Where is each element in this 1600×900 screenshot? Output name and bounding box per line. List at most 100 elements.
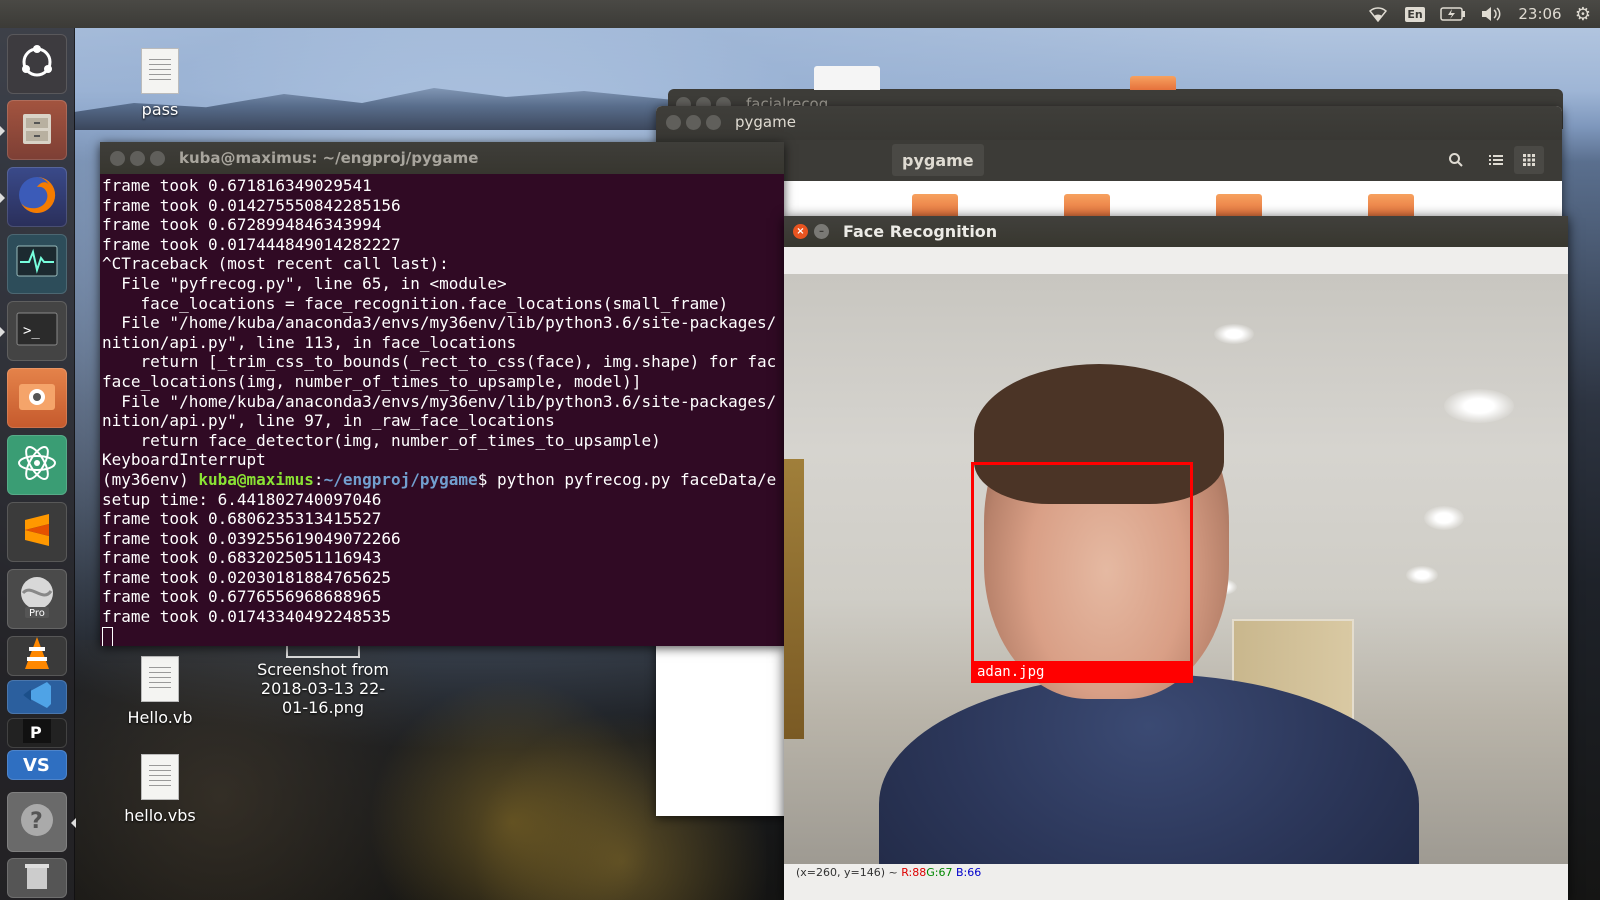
maximize-icon[interactable] — [150, 151, 165, 166]
terminal-line: frame took 0.671816349029541 — [102, 176, 372, 195]
folder-icon-on-desktop — [1130, 76, 1176, 90]
help-launcher[interactable]: ? — [7, 792, 76, 852]
minimize-icon[interactable] — [686, 115, 701, 130]
running-indicator — [0, 193, 5, 203]
wifi-icon[interactable] — [1366, 0, 1390, 28]
launcher: >_ Pro P VS ? — [0, 28, 76, 900]
pixel-green: G:67 — [926, 866, 953, 879]
terminal-line: face_locations = face_recognition.face_l… — [102, 293, 729, 313]
terminal-line: frame took 0.039255619049072266 — [102, 528, 401, 548]
desktop-icon-hello-vbs[interactable]: hello.vbs — [95, 754, 225, 825]
trash-launcher[interactable] — [7, 858, 67, 898]
folder-icon[interactable] — [1216, 194, 1262, 218]
dash-button[interactable] — [7, 34, 67, 94]
terminal-output[interactable]: frame took 0.671816349029541 frame took 0… — [102, 176, 784, 646]
terminal-output-lines: setup time: 6.441802740097046 frame took … — [102, 490, 784, 627]
visual-studio-icon: VS — [17, 749, 57, 781]
window-titlebar[interactable]: × – Face Recognition — [784, 216, 1568, 247]
visual-studio-launcher[interactable]: VS — [7, 750, 67, 780]
running-indicator — [71, 818, 76, 828]
gear-icon[interactable]: ⚙ — [1570, 0, 1596, 28]
terminal-line: setup time: 6.441802740097046 — [102, 489, 382, 509]
sublime-icon — [17, 510, 57, 554]
image-toolbar — [784, 247, 1568, 275]
terminal-window[interactable]: kuba@maximus: ~/engproj/pygame frame too… — [100, 142, 784, 646]
vscode-icon — [17, 680, 57, 714]
desktop-icon-label: hello.vbs — [124, 806, 196, 825]
window-titlebar[interactable]: kuba@maximus: ~/engproj/pygame — [100, 142, 784, 174]
atom-launcher[interactable] — [7, 435, 67, 495]
ceiling-light — [1214, 324, 1254, 344]
desktop-icon-hello-vb[interactable]: Hello.vb — [95, 656, 225, 727]
google-earth-icon: Pro — [13, 573, 61, 625]
folder-icon[interactable] — [1064, 194, 1110, 218]
minimize-icon[interactable]: – — [814, 224, 829, 239]
drive-icon-on-desktop — [814, 66, 880, 90]
desktop-icon-screenshot[interactable]: Screenshot from 2018-03-13 22-01-16.png — [248, 640, 398, 717]
close-icon[interactable]: × — [793, 224, 808, 239]
screenshot-icon — [15, 376, 59, 420]
battery-icon[interactable] — [1438, 0, 1468, 28]
screenshot-launcher[interactable] — [7, 368, 67, 428]
firefox-launcher[interactable] — [0, 167, 67, 227]
terminal-line: return face_detector(img, number_of_time… — [102, 430, 661, 450]
face-recognition-window[interactable]: × – Face Recognition adan.jpg (x=260, y=… — [784, 216, 1568, 900]
terminal-line: frame took 0.6776556968688965 — [102, 587, 382, 607]
terminal-line: frame took 0.6806235313415527 — [102, 509, 382, 529]
terminal-line: KeyboardInterrupt — [102, 450, 266, 470]
clock[interactable]: 23:06 — [1512, 0, 1568, 28]
folder-icon[interactable] — [912, 194, 958, 218]
pycharm-launcher[interactable]: P — [7, 718, 67, 748]
pixel-blue: B:66 — [955, 866, 982, 879]
svg-text:Pro: Pro — [29, 608, 45, 619]
terminal-cursor — [102, 627, 113, 646]
ceiling-light — [1424, 506, 1464, 530]
path-bar-button[interactable]: pygame — [892, 144, 984, 176]
window-title: Face Recognition — [843, 222, 998, 241]
camera-frame[interactable]: adan.jpg — [784, 274, 1568, 864]
desktop-icon-label: Hello.vb — [127, 708, 193, 727]
text-file-icon — [141, 656, 179, 702]
terminal-prompt-line: (my36env) kuba@maximus:~/engproj/pygame$… — [102, 470, 784, 490]
list-view-icon[interactable] — [1481, 146, 1511, 174]
vlc-launcher[interactable] — [7, 636, 67, 676]
terminal-line: frame took 0.01743340492248535 — [102, 607, 391, 627]
question-mark-icon: ? — [17, 800, 57, 844]
file-cabinet-icon — [17, 108, 57, 152]
google-earth-pro-launcher[interactable]: Pro — [7, 569, 67, 629]
terminal-line: frame took 0.6832025051116943 — [102, 548, 382, 568]
terminal-line: File "/home/kuba/anaconda3/envs/my36env/… — [102, 313, 777, 333]
folder-icon[interactable] — [1368, 194, 1414, 218]
running-indicator — [0, 327, 5, 337]
terminal-line: nition/api.py", line 113, in face_locati… — [102, 332, 517, 352]
terminal-line: nition/api.py", line 97, in _raw_face_lo… — [102, 411, 555, 431]
pixel-coords: (x=260, y=146) ~ — [796, 866, 902, 879]
face-match-label: adan.jpg — [971, 661, 1193, 683]
terminal-line: frame took 0.6728994846343994 — [102, 215, 382, 235]
svg-text:?: ? — [30, 809, 43, 834]
desktop-icon-pass[interactable]: pass — [95, 48, 225, 119]
volume-icon[interactable] — [1478, 0, 1504, 28]
sublime-text-launcher[interactable] — [7, 502, 67, 562]
prompt-path: ~/engproj/pygame — [323, 469, 478, 489]
text-file-icon — [141, 48, 179, 94]
text-file-icon — [141, 754, 179, 800]
vscode-launcher[interactable] — [7, 680, 67, 714]
running-indicator — [0, 126, 5, 136]
status-bar: (x=260, y=146) ~ R:88G:67 B:66 — [784, 864, 1568, 900]
door-frame — [784, 459, 804, 739]
keyboard-language-indicator[interactable]: En — [1403, 0, 1427, 28]
terminal-launcher[interactable]: >_ — [0, 301, 67, 361]
grid-view-icon[interactable] — [1514, 146, 1544, 174]
system-monitor-launcher[interactable] — [7, 234, 67, 294]
terminal-line: return [_trim_css_to_bounds(_rect_to_css… — [102, 352, 777, 372]
files-launcher[interactable] — [0, 100, 67, 160]
close-icon[interactable] — [110, 151, 125, 166]
search-icon[interactable] — [1441, 146, 1471, 174]
window-titlebar[interactable]: pygame — [656, 106, 1562, 140]
maximize-icon[interactable] — [706, 115, 721, 130]
prompt-env: (my36env) — [102, 469, 199, 489]
terminal-icon: >_ — [15, 311, 59, 351]
close-icon[interactable] — [666, 115, 681, 130]
minimize-icon[interactable] — [130, 151, 145, 166]
